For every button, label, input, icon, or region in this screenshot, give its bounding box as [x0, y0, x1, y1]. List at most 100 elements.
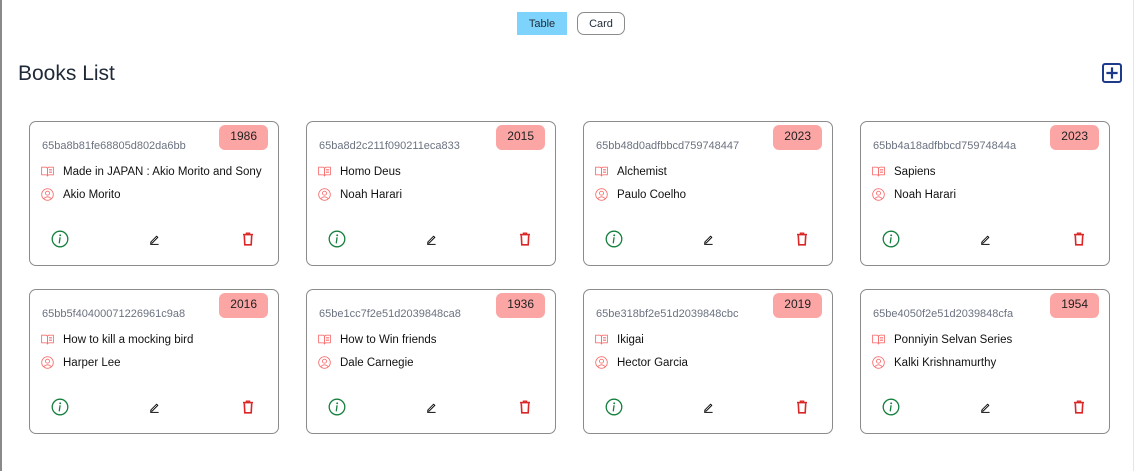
trash-icon — [243, 400, 253, 414]
pencil-icon — [149, 235, 159, 245]
trash-icon — [520, 232, 530, 246]
book-author-row: Paulo Coelho — [595, 188, 686, 201]
year-badge: 1986 — [219, 125, 268, 150]
info-button[interactable] — [881, 229, 901, 249]
book-author-row: Noah Harari — [318, 188, 402, 201]
book-card: 2019 65be318bf2e51d2039848cbc Ikigai Hec… — [583, 289, 833, 434]
book-author: Hector Garcia — [617, 356, 688, 369]
book-author-row: Dale Carnegie — [318, 356, 414, 369]
book-author-row: Harper Lee — [41, 356, 121, 369]
book-author: Noah Harari — [894, 188, 956, 201]
delete-button[interactable] — [238, 229, 258, 249]
delete-button[interactable] — [238, 397, 258, 417]
edit-button[interactable] — [144, 229, 164, 249]
edit-button[interactable] — [144, 397, 164, 417]
book-id: 65bb4a18adfbbcd75974844a — [873, 140, 1017, 152]
book-title-row: Homo Deus — [318, 165, 401, 178]
book-id: 65be1cc7f2e51d2039848ca8 — [319, 308, 461, 320]
book-card: 2023 65bb48d0adfbbcd759748447 Alchemist — [583, 121, 833, 266]
card-actions — [30, 397, 278, 417]
open-book-icon — [872, 165, 885, 178]
year-badge: 2019 — [773, 293, 822, 318]
year-badge: 2016 — [219, 293, 268, 318]
add-book-button[interactable] — [1102, 63, 1122, 83]
open-book-icon — [318, 165, 331, 178]
book-author: Dale Carnegie — [340, 356, 414, 369]
delete-button[interactable] — [792, 229, 812, 249]
open-book-icon — [872, 333, 885, 346]
pencil-icon — [980, 235, 990, 245]
pencil-icon — [426, 235, 436, 245]
card-actions — [584, 229, 832, 249]
info-button[interactable] — [327, 397, 347, 417]
table-view-button[interactable]: Table — [517, 12, 567, 35]
edit-button[interactable] — [975, 229, 995, 249]
book-author: Noah Harari — [340, 188, 402, 201]
open-book-icon — [318, 333, 331, 346]
edit-button[interactable] — [421, 229, 441, 249]
book-cards-grid: 1986 65ba8b81fe68805d802da6bb Made in JA… — [29, 121, 1110, 434]
info-button[interactable] — [327, 229, 347, 249]
year-badge: 2023 — [1050, 125, 1099, 150]
book-title: Sapiens — [894, 165, 936, 178]
left-border — [0, 0, 2, 471]
year-badge: 2023 — [773, 125, 822, 150]
book-title: How to kill a mocking bird — [63, 333, 194, 346]
book-author: Kalki Krishnamurthy — [894, 356, 997, 369]
pencil-icon — [426, 403, 436, 413]
trash-icon — [1074, 400, 1084, 414]
trash-icon — [243, 232, 253, 246]
trash-icon — [520, 400, 530, 414]
book-card: 2015 65ba8d2c211f090211eca833 Homo Deus — [306, 121, 556, 266]
book-id: 65be318bf2e51d2039848cbc — [596, 308, 739, 320]
delete-button[interactable] — [515, 397, 535, 417]
edit-button[interactable] — [698, 397, 718, 417]
book-title-row: Made in JAPAN : Akio Morito and Sony — [41, 165, 262, 178]
book-card: 1936 65be1cc7f2e51d2039848ca8 How to Win… — [306, 289, 556, 434]
user-circle-icon — [318, 188, 331, 201]
open-book-icon — [41, 165, 54, 178]
book-author-row: Hector Garcia — [595, 356, 688, 369]
book-title: Ikigai — [617, 333, 644, 346]
edit-button[interactable] — [421, 397, 441, 417]
plus-square-icon — [1106, 67, 1118, 79]
pencil-icon — [980, 403, 990, 413]
open-book-icon — [595, 165, 608, 178]
edit-button[interactable] — [698, 229, 718, 249]
book-title-row: Sapiens — [872, 165, 936, 178]
delete-button[interactable] — [1069, 229, 1089, 249]
book-id: 65ba8b81fe68805d802da6bb — [42, 140, 186, 152]
book-card: 1954 65be4050f2e51d2039848cfa Ponniyin S… — [860, 289, 1110, 434]
book-author: Akio Morito — [63, 188, 121, 201]
info-circle-icon — [51, 230, 69, 248]
info-circle-icon — [51, 398, 69, 416]
book-id: 65bb48d0adfbbcd759748447 — [596, 140, 740, 152]
year-badge: 2015 — [496, 125, 545, 150]
book-title: Ponniyin Selvan Series — [894, 333, 1013, 346]
delete-button[interactable] — [1069, 397, 1089, 417]
book-id: 65bb5f40400071226961c9a8 — [42, 308, 186, 320]
user-circle-icon — [872, 188, 885, 201]
user-circle-icon — [595, 356, 608, 369]
trash-icon — [1074, 232, 1084, 246]
delete-button[interactable] — [515, 229, 535, 249]
delete-button[interactable] — [792, 397, 812, 417]
trash-icon — [797, 400, 807, 414]
book-title-row: Ikigai — [595, 333, 644, 346]
info-button[interactable] — [604, 397, 624, 417]
info-button[interactable] — [604, 229, 624, 249]
info-button[interactable] — [881, 397, 901, 417]
info-button[interactable] — [50, 229, 70, 249]
trash-icon — [797, 232, 807, 246]
edit-button[interactable] — [975, 397, 995, 417]
pencil-icon — [703, 235, 713, 245]
book-id: 65ba8d2c211f090211eca833 — [319, 140, 460, 152]
card-view-button[interactable]: Card — [577, 12, 625, 35]
book-author: Paulo Coelho — [617, 188, 687, 201]
book-title-row: Ponniyin Selvan Series — [872, 333, 1012, 346]
book-id: 65be4050f2e51d2039848cfa — [873, 308, 1014, 320]
book-title: Homo Deus — [340, 165, 401, 178]
card-actions — [584, 397, 832, 417]
info-button[interactable] — [50, 397, 70, 417]
card-actions — [30, 229, 278, 249]
